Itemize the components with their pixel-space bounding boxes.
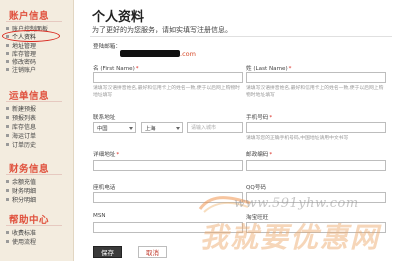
- province-select[interactable]: 上海: [141, 122, 183, 133]
- divider: [6, 225, 62, 226]
- city-input[interactable]: 请输入城市: [187, 122, 243, 133]
- divider: [6, 101, 62, 102]
- cancel-button[interactable]: 取消: [138, 246, 167, 258]
- bullet-icon: [6, 67, 9, 71]
- save-button[interactable]: 保存: [93, 246, 122, 258]
- sidebar-section-title: 财务信息: [9, 164, 50, 175]
- chevron-down-icon: [129, 127, 133, 130]
- last-name-field[interactable]: [246, 72, 386, 83]
- watermark-text: 我就要优惠网: [200, 221, 381, 254]
- sidebar-item-close-account[interactable]: 注销账户: [6, 65, 36, 74]
- first-name-label: 名 (First Name)*: [93, 66, 139, 72]
- first-name-field[interactable]: [93, 72, 243, 83]
- watermark-url: www.591yhw.com: [234, 196, 359, 211]
- sidebar-item-fees[interactable]: 收费标准: [6, 228, 36, 237]
- bullet-icon: [6, 133, 9, 137]
- last-name-label: 姓 (Last Name)*: [246, 66, 292, 72]
- phone-field[interactable]: [246, 122, 386, 133]
- highlight-annotation: [2, 30, 60, 42]
- sidebar-item-sea-orders[interactable]: 海运订单: [6, 131, 36, 140]
- country-select[interactable]: 中国: [93, 122, 136, 133]
- name-hint: 请填写汉语拼音姓名,最好和信用卡上的姓名一致,便于以后网上购物时地址填写: [246, 86, 384, 98]
- email-label: 登陆邮箱：: [93, 44, 121, 50]
- name-hint: 请填写汉语拼音姓名,最好和信用卡上的姓名一致,便于以后网上购物时地址填写: [93, 86, 240, 98]
- bullet-icon: [6, 115, 9, 119]
- sidebar-item-usage-flow[interactable]: 使用流程: [6, 237, 36, 246]
- postcode-label: 邮政编码*: [246, 152, 273, 158]
- address-label: 联系地址: [93, 115, 116, 121]
- bullet-icon: [6, 59, 9, 63]
- sidebar-item-forecast-list[interactable]: 预报列表: [6, 113, 36, 122]
- bullet-icon: [6, 106, 9, 110]
- sidebar-item-new-forecast[interactable]: 新建预报: [6, 104, 36, 113]
- email-domain: .com: [180, 50, 196, 58]
- divider: [6, 21, 62, 22]
- bullet-icon: [6, 197, 9, 201]
- sidebar-section-title: 账户信息: [9, 11, 50, 22]
- postcode-field[interactable]: [246, 160, 386, 171]
- bullet-icon: [6, 188, 9, 192]
- page-subtitle: 为了更好的为您服务，请如实填写注册信息。: [92, 26, 232, 34]
- bullet-icon: [6, 230, 9, 234]
- bullet-icon: [6, 239, 9, 243]
- chevron-down-icon: [176, 127, 180, 130]
- phone-label: 手机号码*: [246, 115, 273, 121]
- bullet-icon: [6, 43, 9, 47]
- home-phone-label: 座机电话: [93, 185, 116, 191]
- bullet-icon: [6, 26, 9, 30]
- bullet-icon: [6, 142, 9, 146]
- sidebar-item-finance-details[interactable]: 财务明细: [6, 186, 36, 195]
- sidebar-item-stock-info[interactable]: 库存信息: [6, 122, 36, 131]
- page-title: 个人资料: [92, 10, 145, 25]
- email-redacted: [120, 50, 180, 57]
- sidebar-section-title: 运单信息: [9, 91, 50, 102]
- divider: [6, 174, 62, 175]
- bullet-icon: [6, 124, 9, 128]
- bullet-icon: [6, 179, 9, 183]
- msn-label: MSN: [93, 213, 106, 219]
- sidebar-section-title: 帮助中心: [9, 215, 50, 226]
- qq-label: QQ号码: [246, 185, 266, 191]
- divider: [90, 36, 392, 37]
- detail-address-field[interactable]: [93, 160, 243, 171]
- sidebar: 账户信息 账户控制面板 个人资料 地址管理 库存管理 修改密码 注销账户 运单信…: [0, 0, 74, 261]
- bullet-icon: [6, 51, 9, 55]
- detail-address-label: 详细地址*: [93, 152, 120, 158]
- sidebar-item-points-details[interactable]: 积分明细: [6, 195, 36, 204]
- sidebar-item-recharge[interactable]: 余额充值: [6, 177, 36, 186]
- sidebar-item-order-history[interactable]: 订单历史: [6, 140, 36, 149]
- phone-hint: 请填写您的正确手机号码,中国地址请用中文书写: [246, 136, 349, 141]
